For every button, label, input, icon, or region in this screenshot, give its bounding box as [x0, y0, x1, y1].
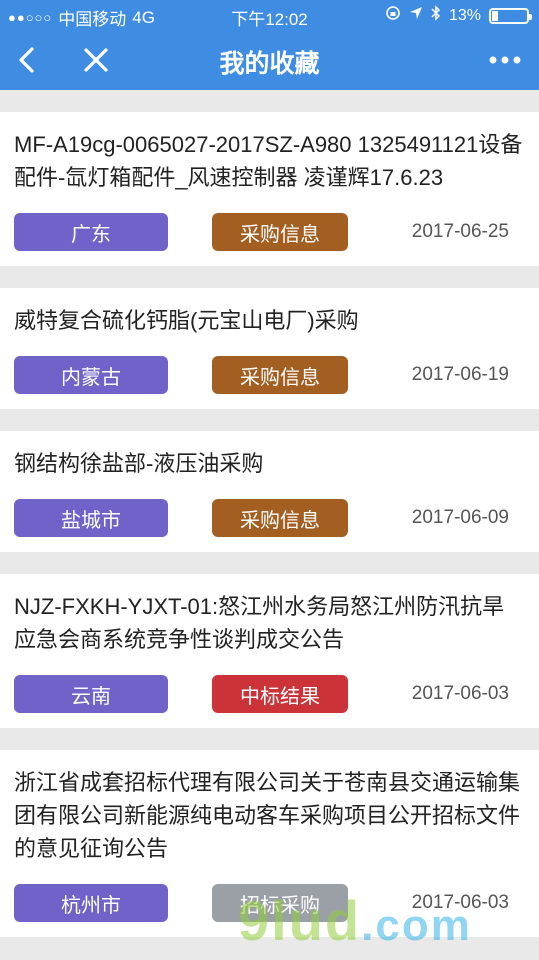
lock-rotation-icon	[385, 5, 401, 26]
region-tag: 内蒙古	[14, 356, 168, 394]
location-icon	[409, 6, 423, 25]
item-date: 2017-06-25	[411, 221, 509, 242]
status-icons: 13%	[385, 5, 532, 26]
item-title: 浙江省成套招标代理有限公司关于苍南县交通运输集团有限公司新能源纯电动客车采购项目…	[14, 770, 521, 861]
region-tag: 云南	[14, 675, 168, 713]
item-meta: 杭州市 招标采购 2017-06-03	[14, 883, 525, 923]
status-bar: ●●○○○ 中国移动 4G 下午12:02 13%	[0, 0, 539, 30]
item-date: 2017-06-03	[411, 683, 509, 704]
battery-icon	[489, 7, 532, 24]
more-button[interactable]	[485, 42, 525, 78]
item-date: 2017-06-09	[411, 507, 509, 528]
item-title: NJZ-FXKH-YJXT-01:怒江州水务局怒江州防汛抗旱应急会商系统竞争性谈…	[14, 594, 505, 652]
item-title: 威特复合硫化钙脂(元宝山电厂)采购	[14, 308, 359, 333]
list-item[interactable]: NJZ-FXKH-YJXT-01:怒江州水务局怒江州防汛抗旱应急会商系统竞争性谈…	[0, 574, 539, 728]
page-title: 我的收藏	[219, 50, 320, 78]
item-title: MF-A19cg-0065027-2017SZ-A980 1325491121设…	[14, 132, 523, 190]
list-item[interactable]: 钢结构徐盐部-液压油采购 盐城市 采购信息 2017-06-09	[0, 431, 539, 552]
type-tag: 中标结果	[212, 675, 348, 713]
list-item[interactable]: MF-A19cg-0065027-2017SZ-A980 1325491121设…	[0, 112, 539, 266]
item-meta: 盐城市 采购信息 2017-06-09	[14, 498, 525, 538]
battery-percent: 13%	[448, 6, 481, 24]
item-date: 2017-06-03	[411, 892, 509, 913]
list-item[interactable]: 威特复合硫化钙脂(元宝山电厂)采购 内蒙古 采购信息 2017-06-19	[0, 288, 539, 409]
item-meta: 广东 采购信息 2017-06-25	[14, 212, 525, 252]
bluetooth-icon	[431, 5, 441, 26]
region-tag: 杭州市	[14, 884, 168, 922]
region-tag: 盐城市	[14, 499, 168, 537]
item-date: 2017-06-19	[411, 364, 509, 385]
list-item[interactable]: 浙江省成套招标代理有限公司关于苍南县交通运输集团有限公司新能源纯电动客车采购项目…	[0, 750, 539, 937]
more-dots-icon	[489, 56, 521, 64]
type-tag: 采购信息	[212, 356, 348, 394]
item-meta: 云南 中标结果 2017-06-03	[14, 674, 525, 714]
type-tag: 采购信息	[212, 213, 348, 251]
type-tag: 招标采购	[212, 884, 348, 922]
region-tag: 广东	[14, 213, 168, 251]
item-meta: 内蒙古 采购信息 2017-06-19	[14, 355, 525, 395]
type-tag: 采购信息	[212, 499, 348, 537]
favorites-list: MF-A19cg-0065027-2017SZ-A980 1325491121设…	[0, 90, 539, 937]
nav-bar: 我的收藏	[0, 30, 539, 90]
item-title: 钢结构徐盐部-液压油采购	[14, 451, 264, 476]
